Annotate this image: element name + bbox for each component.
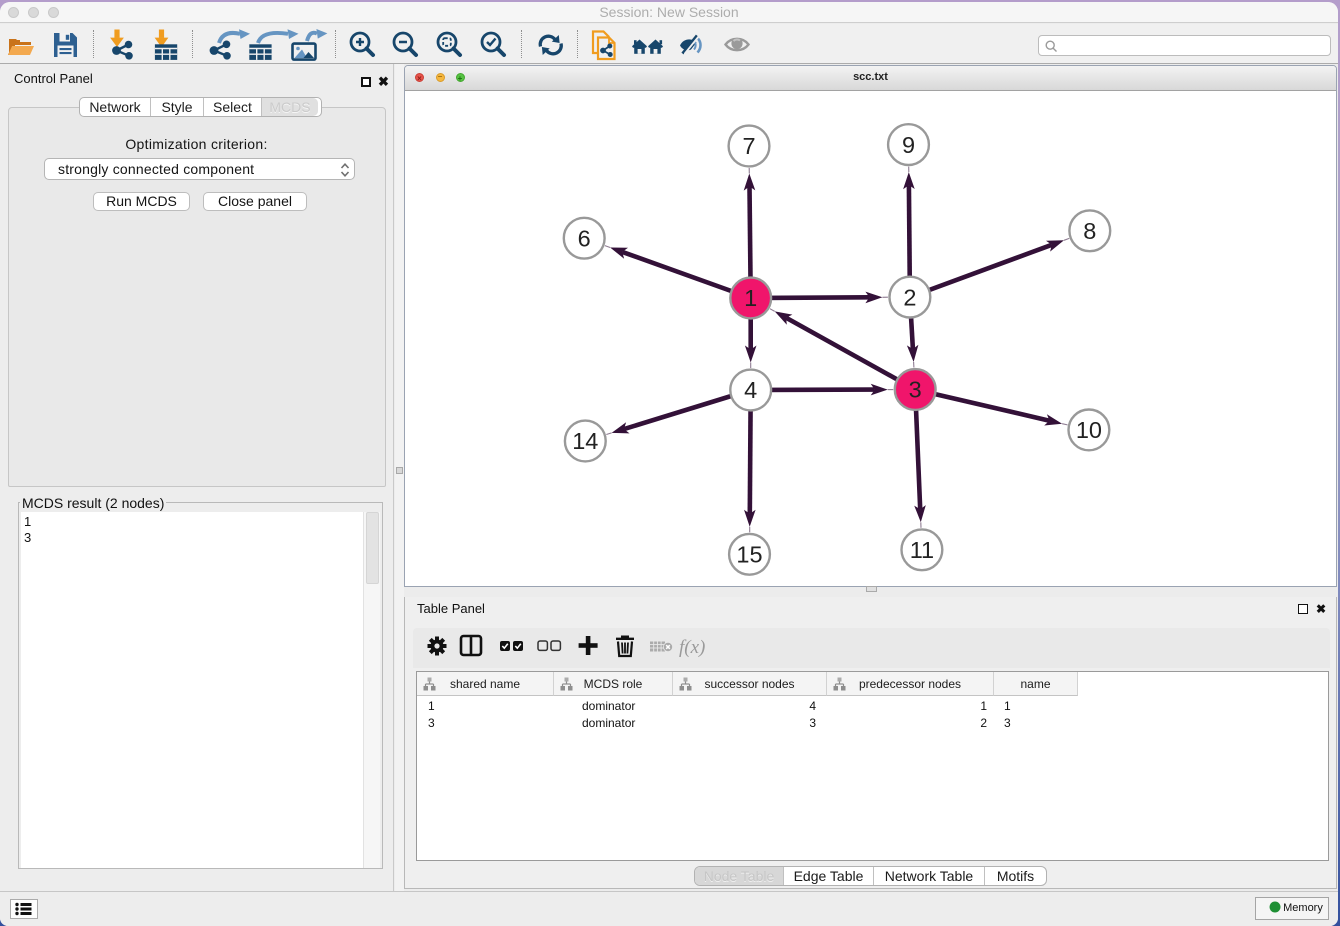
svg-text:15: 15	[736, 542, 762, 568]
svg-text:7: 7	[742, 133, 755, 159]
svg-text:9: 9	[902, 132, 915, 158]
svg-text:1: 1	[744, 285, 757, 311]
svg-text:3: 3	[909, 377, 922, 403]
svg-text:14: 14	[572, 428, 598, 454]
svg-text:10: 10	[1076, 417, 1102, 443]
svg-text:f(x): f(x)	[679, 637, 705, 658]
svg-text:6: 6	[578, 225, 591, 251]
svg-text:4: 4	[744, 377, 757, 403]
svg-text:11: 11	[910, 537, 934, 563]
svg-text:8: 8	[1083, 218, 1096, 244]
svg-text:2: 2	[903, 284, 916, 310]
